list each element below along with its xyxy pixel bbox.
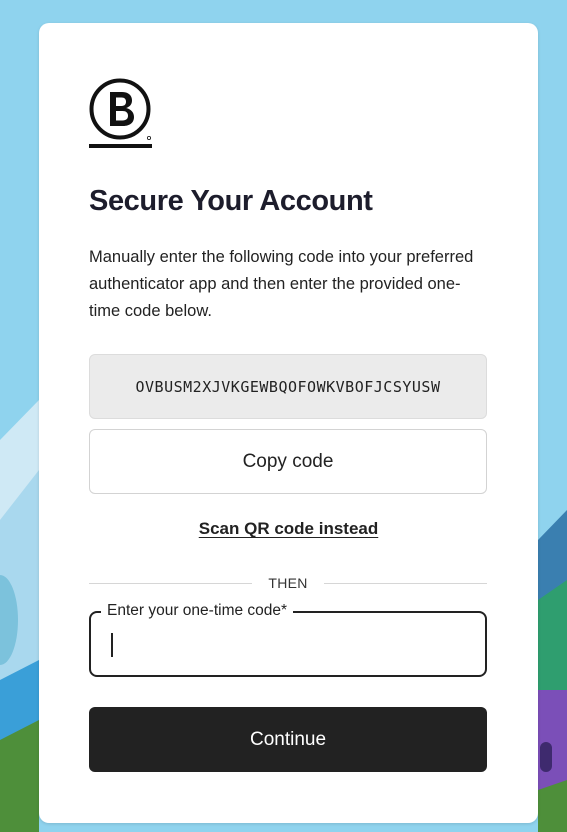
then-divider: THEN <box>89 575 487 591</box>
otp-field-label: Enter your one-time code* <box>101 602 294 620</box>
text-cursor <box>111 633 113 657</box>
secret-code-box: OVBUSM2XJVKGEWBQOFOWKVBOFJCSYUSW <box>89 354 487 419</box>
divider-line-left <box>89 582 253 584</box>
divider-line-right <box>323 582 487 584</box>
copy-code-button[interactable]: Copy code <box>89 429 487 494</box>
divider-label: THEN <box>268 575 308 591</box>
page-title: Secure Your Account <box>89 185 373 217</box>
otp-field[interactable]: Enter your one-time code* <box>89 602 487 677</box>
auth-card: Secure Your Account Manually enter the f… <box>39 23 538 823</box>
b-corp-logo-icon <box>89 78 153 150</box>
continue-button[interactable]: Continue <box>89 707 487 772</box>
otp-input[interactable] <box>109 627 469 661</box>
scan-qr-link[interactable]: Scan QR code instead <box>39 519 538 539</box>
instructions-text: Manually enter the following code into y… <box>89 248 474 320</box>
